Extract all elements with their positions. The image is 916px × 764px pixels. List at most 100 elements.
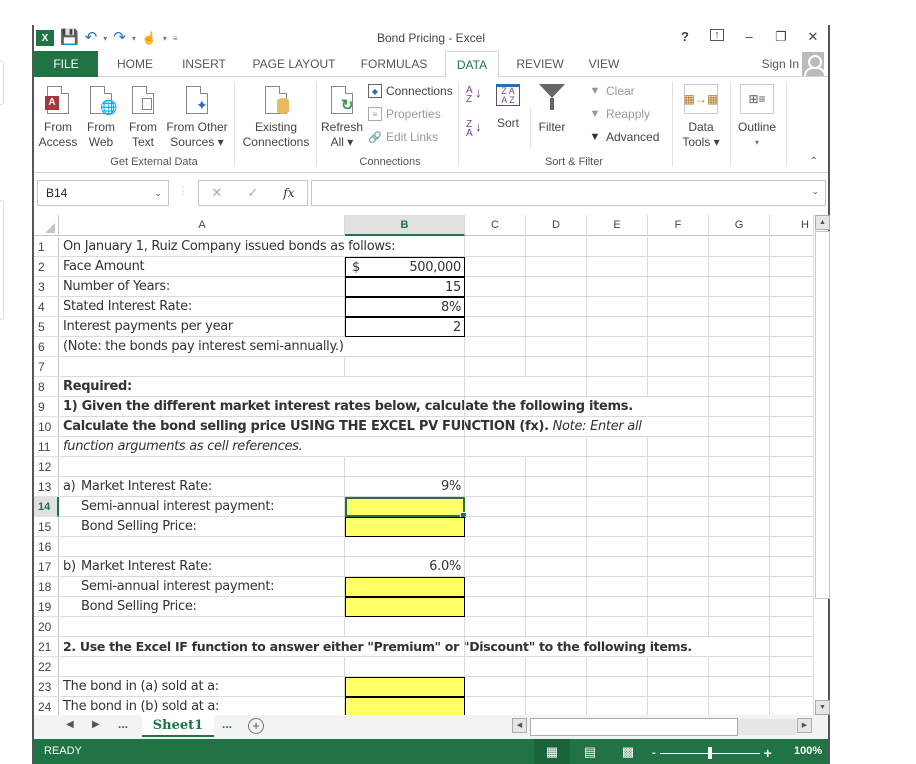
row-header[interactable]: 13 [34, 477, 59, 497]
insert-function-icon[interactable]: fx [283, 186, 294, 200]
cell-d17[interactable] [526, 557, 587, 577]
cell-h9[interactable] [770, 397, 814, 417]
column-header-d[interactable]: D [526, 215, 587, 236]
enter-icon[interactable]: ✓ [247, 185, 258, 201]
cell-d9[interactable] [526, 397, 587, 417]
cell-g21[interactable] [709, 637, 770, 657]
row-header[interactable]: 18 [34, 577, 59, 597]
cell-a8[interactable]: Required: [60, 377, 345, 397]
cell-f14[interactable] [648, 497, 709, 517]
cell-b17[interactable]: 6.0% [345, 557, 465, 577]
cell-a1[interactable]: On January 1, Ruiz Company issued bonds … [60, 237, 396, 257]
cell-c24[interactable] [465, 697, 526, 715]
cell-h23[interactable] [770, 677, 814, 697]
cell-a22[interactable] [60, 657, 345, 677]
cell-b21[interactable] [345, 637, 465, 657]
cell-f19[interactable] [648, 597, 709, 617]
scroll-right-icon[interactable]: ▶ [797, 718, 812, 733]
cell-f1[interactable] [648, 237, 709, 257]
cell-c16[interactable] [465, 537, 526, 557]
cell-g3[interactable] [709, 277, 770, 297]
normal-view-icon[interactable]: ▦ [534, 739, 570, 764]
cell-g2[interactable] [709, 257, 770, 277]
row-header[interactable]: 4 [34, 297, 59, 317]
cell-g15[interactable] [709, 517, 770, 537]
cell-c3[interactable] [465, 277, 526, 297]
cell-h8[interactable] [770, 377, 814, 397]
cell-g9[interactable] [709, 397, 770, 417]
row-header[interactable]: 14 [34, 497, 59, 517]
cell-h1[interactable] [770, 237, 814, 257]
cell-f13[interactable] [648, 477, 709, 497]
cell-b1[interactable] [345, 237, 465, 257]
cell-a17[interactable]: b) Market Interest Rate: [60, 557, 345, 577]
column-header-b[interactable]: B [345, 215, 465, 236]
cell-e5[interactable] [587, 317, 648, 337]
cell-d23[interactable] [526, 677, 587, 697]
cell-c18[interactable] [465, 577, 526, 597]
cell-c17[interactable] [465, 557, 526, 577]
row-header[interactable]: 15 [34, 517, 59, 537]
cell-e20[interactable] [587, 617, 648, 637]
cell-f10[interactable] [648, 417, 709, 437]
cell-b9[interactable] [345, 397, 465, 417]
cell-h11[interactable] [770, 437, 814, 457]
close-icon[interactable]: ✕ [806, 29, 820, 45]
cell-a11[interactable]: function arguments as cell references. [60, 437, 345, 457]
cell-f7[interactable] [648, 357, 709, 377]
cell-e15[interactable] [587, 517, 648, 537]
cell-a24[interactable]: The bond in (b) sold at a: [60, 697, 345, 715]
cell-h16[interactable] [770, 537, 814, 557]
row-header[interactable]: 23 [34, 677, 59, 697]
zoom-slider[interactable]: - + [652, 745, 772, 761]
cell-a14[interactable]: Semi-annual interest payment: [60, 497, 345, 517]
expand-formula-bar-icon[interactable]: ⌄ [811, 186, 819, 197]
cell-g19[interactable] [709, 597, 770, 617]
tab-data[interactable]: DATA [445, 51, 499, 78]
more-sheets-right[interactable]: ... [222, 717, 232, 731]
row-header[interactable]: 7 [34, 357, 59, 377]
formula-bar-splitter[interactable]: ⋮ [178, 186, 188, 197]
cell-e9[interactable] [587, 397, 648, 417]
reapply-button[interactable]: ▼ Reapply [588, 105, 650, 123]
cell-b15[interactable] [345, 517, 465, 537]
cell-f2[interactable] [648, 257, 709, 277]
cell-c22[interactable] [465, 657, 526, 677]
cell-g6[interactable] [709, 337, 770, 357]
scroll-left-icon[interactable]: ◀ [512, 718, 527, 733]
column-header-e[interactable]: E [587, 215, 648, 236]
cell-d15[interactable] [526, 517, 587, 537]
more-sheets-left[interactable]: ... [118, 717, 128, 731]
cell-h14[interactable] [770, 497, 814, 517]
cell-f4[interactable] [648, 297, 709, 317]
cell-a3[interactable]: Number of Years: [60, 277, 345, 297]
cell-e17[interactable] [587, 557, 648, 577]
cell-b10[interactable] [345, 417, 465, 437]
cell-d22[interactable] [526, 657, 587, 677]
cell-g23[interactable] [709, 677, 770, 697]
cell-h4[interactable] [770, 297, 814, 317]
advanced-filter-button[interactable]: ▼ Advanced [588, 128, 660, 146]
cell-b11[interactable] [345, 437, 465, 457]
zoom-track[interactable] [659, 746, 760, 759]
cell-a9[interactable]: 1) Given the different market interest r… [60, 397, 633, 417]
formula-input[interactable]: ⌄ [311, 180, 826, 206]
properties-button[interactable]: ≡ Properties [368, 105, 441, 123]
tab-page-layout[interactable]: PAGE LAYOUT [248, 51, 340, 77]
cell-b19[interactable] [345, 597, 465, 617]
cell-d8[interactable] [526, 377, 587, 397]
from-text-button[interactable]: From Text [126, 84, 160, 150]
row-header[interactable]: 2 [34, 257, 59, 277]
cell-a6[interactable]: (Note: the bonds pay interest semi-annua… [60, 337, 345, 357]
cell-e18[interactable] [587, 577, 648, 597]
from-access-button[interactable]: A From Access [38, 84, 78, 150]
cell-h5[interactable] [770, 317, 814, 337]
cell-c1[interactable] [465, 237, 526, 257]
cell-d19[interactable] [526, 597, 587, 617]
scroll-down-icon[interactable]: ▼ [815, 700, 830, 715]
cell-e22[interactable] [587, 657, 648, 677]
cell-e19[interactable] [587, 597, 648, 617]
cell-h2[interactable] [770, 257, 814, 277]
outline-button[interactable]: ⊞≡ Outline ▾ [732, 84, 782, 150]
cell-g10[interactable] [709, 417, 770, 437]
